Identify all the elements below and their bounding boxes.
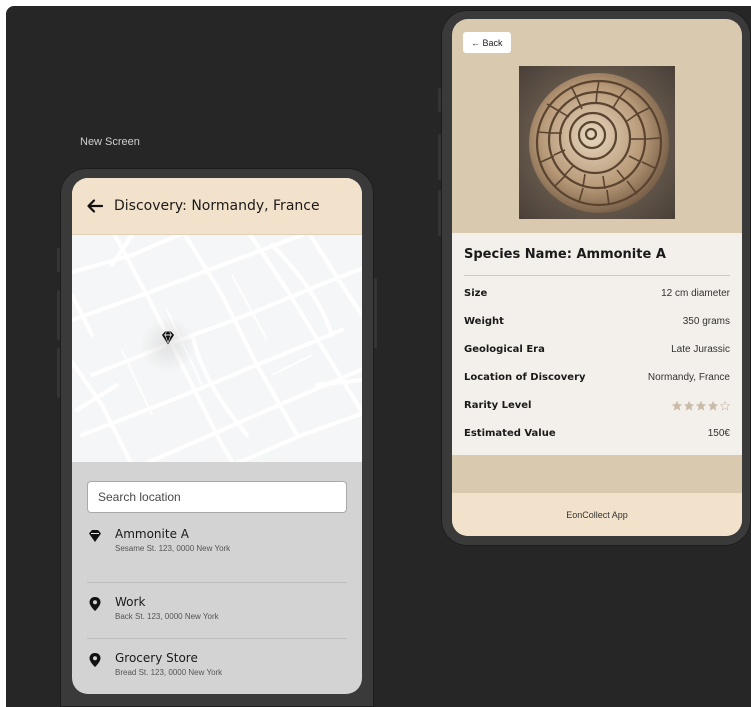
list-item[interactable]: Ammonite A Sesame St. 123, 0000 New York: [87, 527, 347, 583]
attribute-value: 350 grams: [682, 316, 730, 327]
star-icon: [672, 400, 682, 411]
search-input[interactable]: [87, 481, 347, 513]
rarity-stars: [672, 400, 730, 411]
attribute-value: Late Jurassic: [671, 344, 730, 355]
attribute-value: 150€: [707, 428, 730, 439]
phone-side-button: [374, 278, 377, 348]
screen-label: New Screen: [80, 136, 140, 148]
map-view[interactable]: [72, 235, 362, 462]
species-detail-screen: ← Back Species Name: Ammonite A Size 12 …: [452, 19, 742, 536]
location-address: Bread St. 123, 0000 New York: [115, 668, 223, 677]
attribute-row-weight: Weight 350 grams: [464, 316, 730, 327]
attribute-row-era: Geological Era Late Jurassic: [464, 344, 730, 355]
species-info-card: Species Name: Ammonite A Size 12 cm diam…: [452, 233, 742, 455]
phone-side-button: [438, 88, 441, 112]
fossil-pin-icon: [89, 530, 101, 542]
star-icon: [684, 400, 694, 411]
attribute-value: 12 cm diameter: [661, 288, 730, 299]
map-pin-icon: [89, 653, 101, 667]
attribute-label: Weight: [464, 316, 504, 327]
attribute-row-size: Size 12 cm diameter: [464, 288, 730, 299]
species-name: Species Name: Ammonite A: [464, 247, 666, 262]
star-icon: [720, 400, 730, 411]
star-icon: [696, 400, 706, 411]
location-list: Ammonite A Sesame St. 123, 0000 New York…: [87, 527, 347, 694]
attribute-label: Geological Era: [464, 344, 545, 355]
phone-side-button: [438, 190, 441, 236]
back-arrow-icon[interactable]: [86, 197, 104, 215]
map-streets: [72, 235, 362, 462]
fossil-map-pin-icon[interactable]: [159, 329, 177, 347]
attribute-value: Normandy, France: [647, 372, 730, 383]
location-name: Grocery Store: [115, 651, 198, 665]
phone-frame-discovery: Discovery: Normandy, France Search locat…: [57, 168, 377, 707]
app-footer: EonCollect App: [452, 493, 742, 536]
list-item[interactable]: Grocery Store Bread St. 123, 0000 New Yo…: [87, 639, 347, 694]
attribute-label: Location of Discovery: [464, 372, 586, 383]
list-item[interactable]: Work Back St. 123, 0000 New York: [87, 583, 347, 639]
location-address: Sesame St. 123, 0000 New York: [115, 544, 231, 553]
location-address: Back St. 123, 0000 New York: [115, 612, 219, 621]
discovery-screen: Discovery: Normandy, France Search locat…: [72, 178, 362, 694]
attribute-label: Estimated Value: [464, 428, 556, 439]
attribute-row-rarity: Rarity Level: [464, 400, 730, 411]
location-name: Ammonite A: [115, 527, 189, 541]
back-button[interactable]: ← Back: [463, 32, 511, 53]
location-name: Work: [115, 595, 146, 609]
attribute-label: Rarity Level: [464, 400, 532, 411]
phone-side-button: [438, 134, 441, 180]
discovery-header: Discovery: Normandy, France: [72, 178, 362, 235]
ammonite-fossil-image: [519, 66, 675, 219]
phone-frame-detail: ← Back Species Name: Ammonite A Size 12 …: [438, 10, 751, 546]
attribute-row-location: Location of Discovery Normandy, France: [464, 372, 730, 383]
star-icon: [708, 400, 718, 411]
attribute-row-value: Estimated Value 150€: [464, 428, 730, 439]
divider: [464, 275, 730, 276]
page-title: Discovery: Normandy, France: [114, 198, 320, 214]
attribute-label: Size: [464, 288, 488, 299]
phone-side-button: [57, 290, 60, 340]
phone-side-button: [57, 348, 60, 398]
search-container: [72, 462, 362, 513]
map-pin-icon: [89, 597, 101, 611]
phone-side-button: [57, 248, 60, 272]
